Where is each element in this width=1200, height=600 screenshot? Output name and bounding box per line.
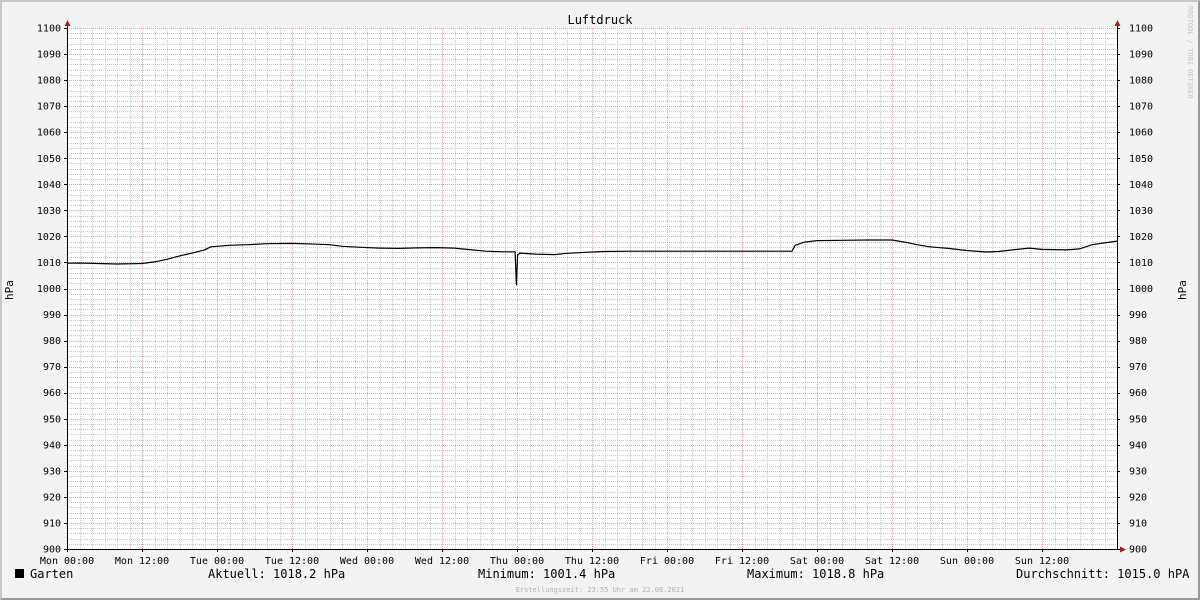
y-tick-label-right: 1070 xyxy=(1129,102,1153,113)
x-tick-label: Sun 12:00 xyxy=(1015,556,1069,567)
y-tick-label-right: 930 xyxy=(1129,466,1147,477)
y-tick-label-left: 1010 xyxy=(37,258,61,269)
x-tick-label: Thu 00:00 xyxy=(490,556,544,567)
y-tick-label-right: 960 xyxy=(1129,388,1147,399)
y-tick-label-right: 1100 xyxy=(1129,24,1153,35)
y-axis-title-right: hPa xyxy=(1176,280,1189,300)
x-tick-label: Tue 00:00 xyxy=(190,556,244,567)
y-tick-label-right: 1010 xyxy=(1129,258,1153,269)
y-tick-label-right: 910 xyxy=(1129,518,1147,529)
y-tick-label-left: 1040 xyxy=(37,180,61,191)
y-tick-label-left: 950 xyxy=(43,414,61,425)
x-tick-label: Fri 00:00 xyxy=(640,556,694,567)
y-tick-label-right: 1030 xyxy=(1129,206,1153,217)
y-tick-label-right: 1000 xyxy=(1129,284,1153,295)
y-tick-label-left: 920 xyxy=(43,492,61,503)
y-tick-label-right: 1060 xyxy=(1129,128,1153,139)
x-tick-label: Mon 00:00 xyxy=(40,556,94,567)
y-tick-label-left: 1060 xyxy=(37,128,61,139)
pressure-chart: 900 900 910 910 920 920 930 930 940 940 950 950 960 9… xyxy=(3,6,1194,594)
y-tick-label-left: 1070 xyxy=(37,102,61,113)
x-tick-label: Sun 00:00 xyxy=(940,556,994,567)
x-axis-arrow xyxy=(1120,546,1126,553)
legend-aktuell: Aktuell: 1018.2 hPa xyxy=(208,567,345,581)
x-tick-label: Sat 00:00 xyxy=(790,556,844,567)
y-tick-label-left: 930 xyxy=(43,466,61,477)
y-axis-arrow-left xyxy=(64,20,71,26)
y-tick-label-left: 1100 xyxy=(37,24,61,35)
x-tick-label: Sat 12:00 xyxy=(865,556,919,567)
x-tick-label: Wed 00:00 xyxy=(340,556,394,567)
x-tick-label: Thu 12:00 xyxy=(565,556,619,567)
y-tick-label-right: 900 xyxy=(1129,545,1147,556)
watermark: RRDTOOL / TOBI OETIKER xyxy=(1186,6,1194,100)
y-tick-label-right: 1080 xyxy=(1129,76,1153,87)
y-tick-label-right: 1090 xyxy=(1129,50,1153,61)
y-tick-label-left: 1030 xyxy=(37,206,61,217)
y-tick-label-right: 970 xyxy=(1129,362,1147,373)
y-tick-label-right: 950 xyxy=(1129,414,1147,425)
y-tick-label-left: 960 xyxy=(43,388,61,399)
legend-minimum: Minimum: 1001.4 hPa xyxy=(478,567,615,581)
y-tick-label-right: 920 xyxy=(1129,492,1147,503)
y-axis-title-left: hPa xyxy=(3,280,16,300)
y-tick-label-left: 940 xyxy=(43,440,61,451)
y-tick-label-right: 1050 xyxy=(1129,154,1153,165)
y-axis-arrow-right xyxy=(1114,20,1121,26)
legend-maximum: Maximum: 1018.8 hPa xyxy=(747,567,884,581)
chart-title: Luftdruck xyxy=(567,13,633,27)
y-tick-label-left: 1020 xyxy=(37,232,61,243)
chart-frame: 900 900 910 910 920 920 930 930 940 940 950 950 960 9… xyxy=(0,0,1200,600)
y-tick-label-right: 1020 xyxy=(1129,232,1153,243)
x-tick-label: Fri 12:00 xyxy=(715,556,769,567)
y-tick-label-left: 1090 xyxy=(37,50,61,61)
y-tick-label-left: 990 xyxy=(43,310,61,321)
y-tick-label-left: 970 xyxy=(43,362,61,373)
y-tick-label-left: 1080 xyxy=(37,76,61,87)
y-tick-label-left: 980 xyxy=(43,336,61,347)
y-tick-label-right: 940 xyxy=(1129,440,1147,451)
y-tick-label-right: 1040 xyxy=(1129,180,1153,191)
x-tick-label: Mon 12:00 xyxy=(115,556,169,567)
y-tick-label-left: 1000 xyxy=(37,284,61,295)
legend-swatch xyxy=(15,569,24,578)
y-tick-label-left: 910 xyxy=(43,518,61,529)
legend-durchschnitt: Durchschnitt: 1015.0 hPA xyxy=(1016,567,1190,581)
legend-series-name: Garten xyxy=(30,567,73,581)
x-tick-label: Tue 12:00 xyxy=(265,556,319,567)
y-tick-label-right: 980 xyxy=(1129,336,1147,347)
y-tick-label-right: 990 xyxy=(1129,310,1147,321)
footer-created: Erstellungszeit: 23:55 Uhr am 22.08.2021 xyxy=(516,586,685,594)
y-tick-label-left: 900 xyxy=(43,545,61,556)
x-tick-label: Wed 12:00 xyxy=(415,556,469,567)
y-tick-label-left: 1050 xyxy=(37,154,61,165)
